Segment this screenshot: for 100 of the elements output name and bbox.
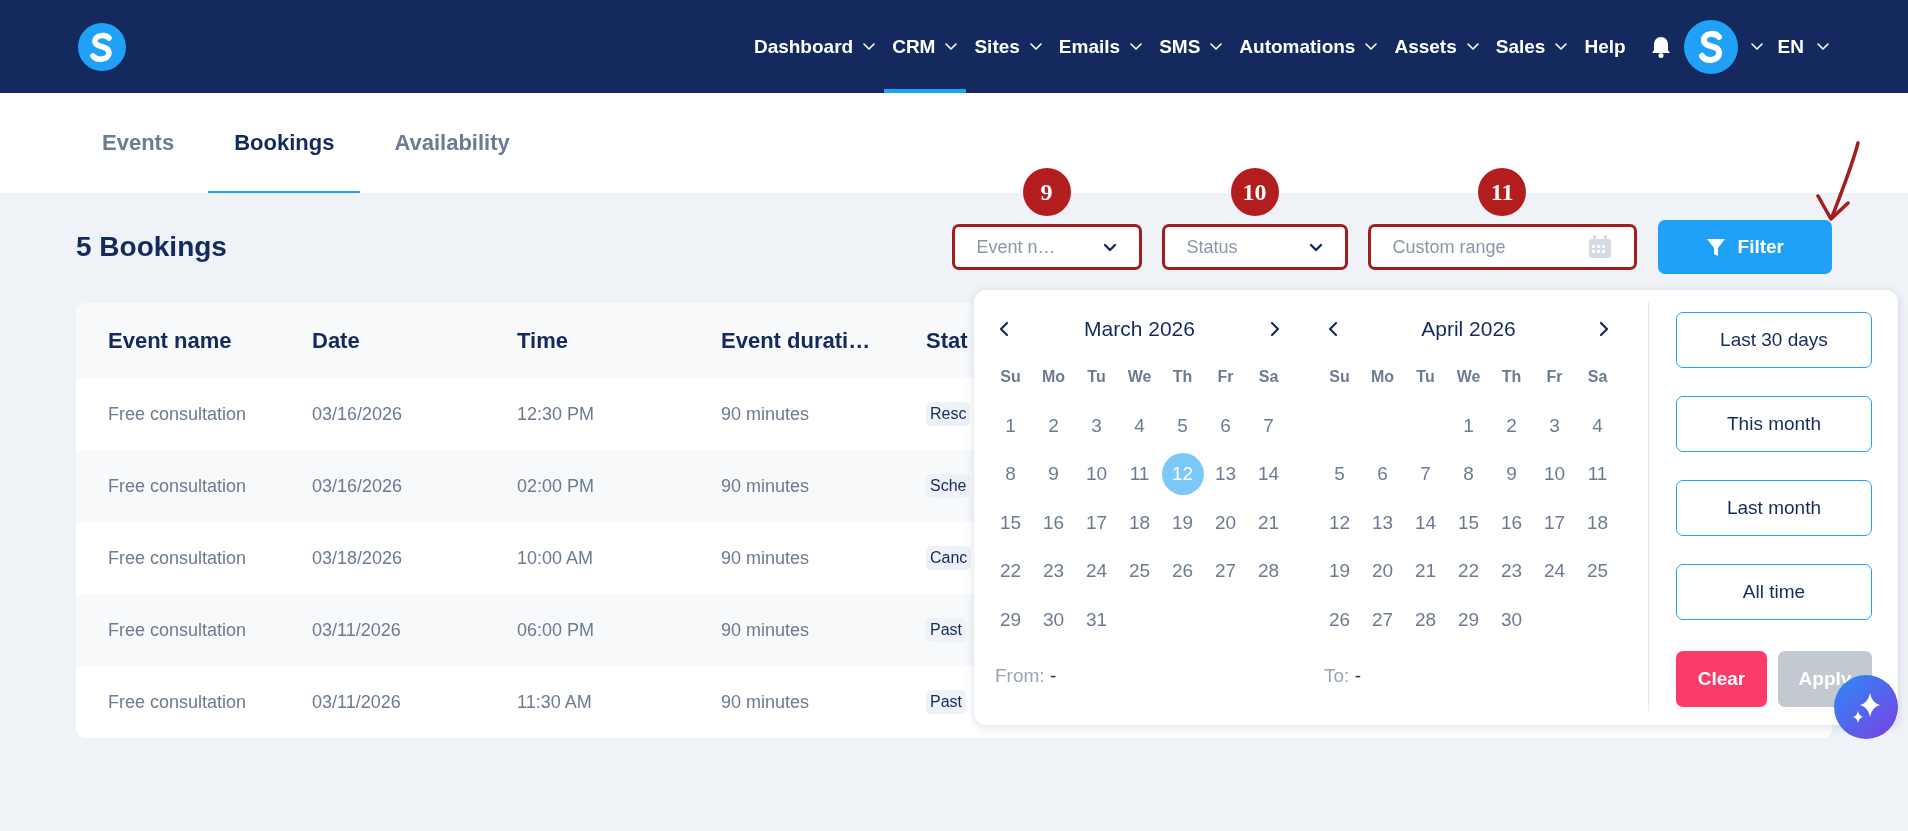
calendar-day[interactable]: 15 (989, 501, 1032, 544)
nav-menu-item[interactable]: Help (1576, 0, 1634, 93)
clear-button[interactable]: Clear (1675, 651, 1767, 707)
calendar-day[interactable]: 15 (1447, 501, 1490, 544)
calendar-day[interactable]: 19 (1161, 501, 1204, 544)
preset-button[interactable]: Last month (1675, 480, 1872, 536)
calendar-day[interactable]: 17 (1075, 501, 1118, 544)
calendar-day[interactable]: 16 (1032, 501, 1075, 544)
calendar-day[interactable]: 8 (1447, 453, 1490, 496)
calendar-day[interactable]: 4 (1576, 404, 1619, 447)
calendar-day[interactable]: 20 (1361, 550, 1404, 593)
preset-button[interactable]: All time (1675, 564, 1872, 620)
chevron-down-icon (1816, 42, 1830, 51)
calendar-day[interactable]: 2 (1490, 404, 1533, 447)
chevron-left-icon[interactable] (1328, 321, 1338, 337)
nav-menu-item[interactable]: CRM (884, 0, 967, 93)
tab[interactable]: Bookings (208, 93, 361, 193)
calendar-day[interactable]: 21 (1247, 501, 1290, 544)
nav-menu-item[interactable]: Sales (1487, 0, 1577, 93)
calendar-day[interactable]: 29 (989, 598, 1032, 641)
calendar-day[interactable]: 1 (1447, 404, 1490, 447)
calendar-day[interactable]: 27 (1204, 550, 1247, 593)
language-selector[interactable]: EN (1777, 35, 1830, 58)
weekday-label: We (1455, 367, 1482, 388)
calendar-day[interactable]: 14 (1404, 501, 1447, 544)
calendar-day[interactable]: 19 (1318, 550, 1361, 593)
calendar-day[interactable]: 9 (1032, 453, 1075, 496)
table-cell-text: Free consultation (108, 619, 248, 641)
calendar-day[interactable]: 20 (1204, 501, 1247, 544)
preset-button[interactable]: Last 30 days (1675, 312, 1872, 368)
calendar-day[interactable]: 26 (1161, 550, 1204, 593)
calendar-day[interactable]: 13 (1204, 453, 1247, 496)
calendar-day[interactable]: 26 (1318, 598, 1361, 641)
calendar-day[interactable]: 23 (1490, 550, 1533, 593)
calendar-day[interactable]: 22 (989, 550, 1032, 593)
preset-button[interactable]: This month (1675, 396, 1872, 452)
calendar-day[interactable]: 14 (1247, 453, 1290, 496)
calendar-day[interactable]: 24 (1075, 550, 1118, 593)
calendar-day[interactable]: 9 (1490, 453, 1533, 496)
nav-menu-item[interactable]: Dashboard (745, 0, 885, 93)
chevron-down-icon (1102, 242, 1117, 252)
calendar-day[interactable]: 28 (1247, 550, 1290, 593)
tab[interactable]: Availability (368, 93, 536, 193)
weekday-label: Sa (1586, 367, 1609, 388)
calendar-day[interactable]: 30 (1490, 598, 1533, 641)
calendar-day[interactable]: 11 (1118, 453, 1161, 496)
calendar-day[interactable]: 8 (989, 453, 1032, 496)
nav-menu-item[interactable]: Automations (1231, 0, 1387, 93)
column-header: Stat (926, 327, 968, 354)
calendar-day[interactable]: 11 (1576, 453, 1619, 496)
calendar-day[interactable]: 23 (1032, 550, 1075, 593)
tab[interactable]: Events (76, 93, 201, 193)
calendar-day[interactable]: 28 (1404, 598, 1447, 641)
calendar-day[interactable]: 13 (1361, 501, 1404, 544)
dropdown-field[interactable]: Event n… (951, 224, 1142, 270)
calendar-day[interactable]: 21 (1404, 550, 1447, 593)
calendar-day[interactable]: 5 (1161, 404, 1204, 447)
nav-menu-item[interactable]: Assets (1386, 0, 1488, 93)
date-range-field[interactable]: Custom range (1367, 224, 1637, 270)
calendar-day[interactable]: 24 (1533, 550, 1576, 593)
calendar-day[interactable]: 7 (1247, 404, 1290, 447)
range-label: From: - (994, 665, 1058, 687)
avatar-icon[interactable] (1683, 19, 1738, 74)
calendar-day[interactable]: 31 (1075, 598, 1118, 641)
calendar-day[interactable]: 2 (1032, 404, 1075, 447)
calendar-day[interactable]: 3 (1533, 404, 1576, 447)
calendar-day[interactable]: 7 (1404, 453, 1447, 496)
calendar-day[interactable]: 6 (1204, 404, 1247, 447)
calendar-day[interactable]: 6 (1361, 453, 1404, 496)
calendar-day[interactable]: 10 (1075, 453, 1118, 496)
chevron-down-icon (1749, 42, 1764, 51)
chevron-down-icon (1308, 242, 1323, 252)
calendar-day[interactable]: 18 (1576, 501, 1619, 544)
calendar-day[interactable]: 22 (1447, 550, 1490, 593)
calendar-day[interactable]: 16 (1490, 501, 1533, 544)
calendar-day[interactable]: 1 (989, 404, 1032, 447)
nav-menu-item[interactable]: Sites (966, 0, 1051, 93)
calendar-day[interactable]: 3 (1075, 404, 1118, 447)
bell-icon[interactable] (1649, 35, 1672, 58)
calendar-day[interactable]: 27 (1361, 598, 1404, 641)
nav-menu-item[interactable]: SMS (1151, 0, 1232, 93)
filter-button[interactable]: Filter (1657, 220, 1832, 274)
table-cell-text: 90 minutes (721, 475, 811, 497)
calendar-day[interactable]: 25 (1118, 550, 1161, 593)
chevron-right-icon[interactable] (1599, 321, 1609, 337)
table-cell-text: 03/11/2026 (312, 619, 402, 641)
calendar-day[interactable]: 5 (1318, 453, 1361, 496)
chevron-left-icon[interactable] (999, 321, 1009, 337)
calendar-day[interactable]: 25 (1576, 550, 1619, 593)
calendar-day[interactable]: 30 (1032, 598, 1075, 641)
calendar-day[interactable]: 12 (1318, 501, 1361, 544)
calendar-day[interactable]: 18 (1118, 501, 1161, 544)
chevron-right-icon[interactable] (1270, 321, 1280, 337)
status-badge: Resc (926, 402, 971, 426)
calendar-day[interactable]: 29 (1447, 598, 1490, 641)
calendar-day[interactable]: 17 (1533, 501, 1576, 544)
nav-menu-item[interactable]: Emails (1050, 0, 1152, 93)
calendar-day[interactable]: 10 (1533, 453, 1576, 496)
calendar-day[interactable]: 4 (1118, 404, 1161, 447)
dropdown-field[interactable]: Status (1161, 224, 1348, 270)
